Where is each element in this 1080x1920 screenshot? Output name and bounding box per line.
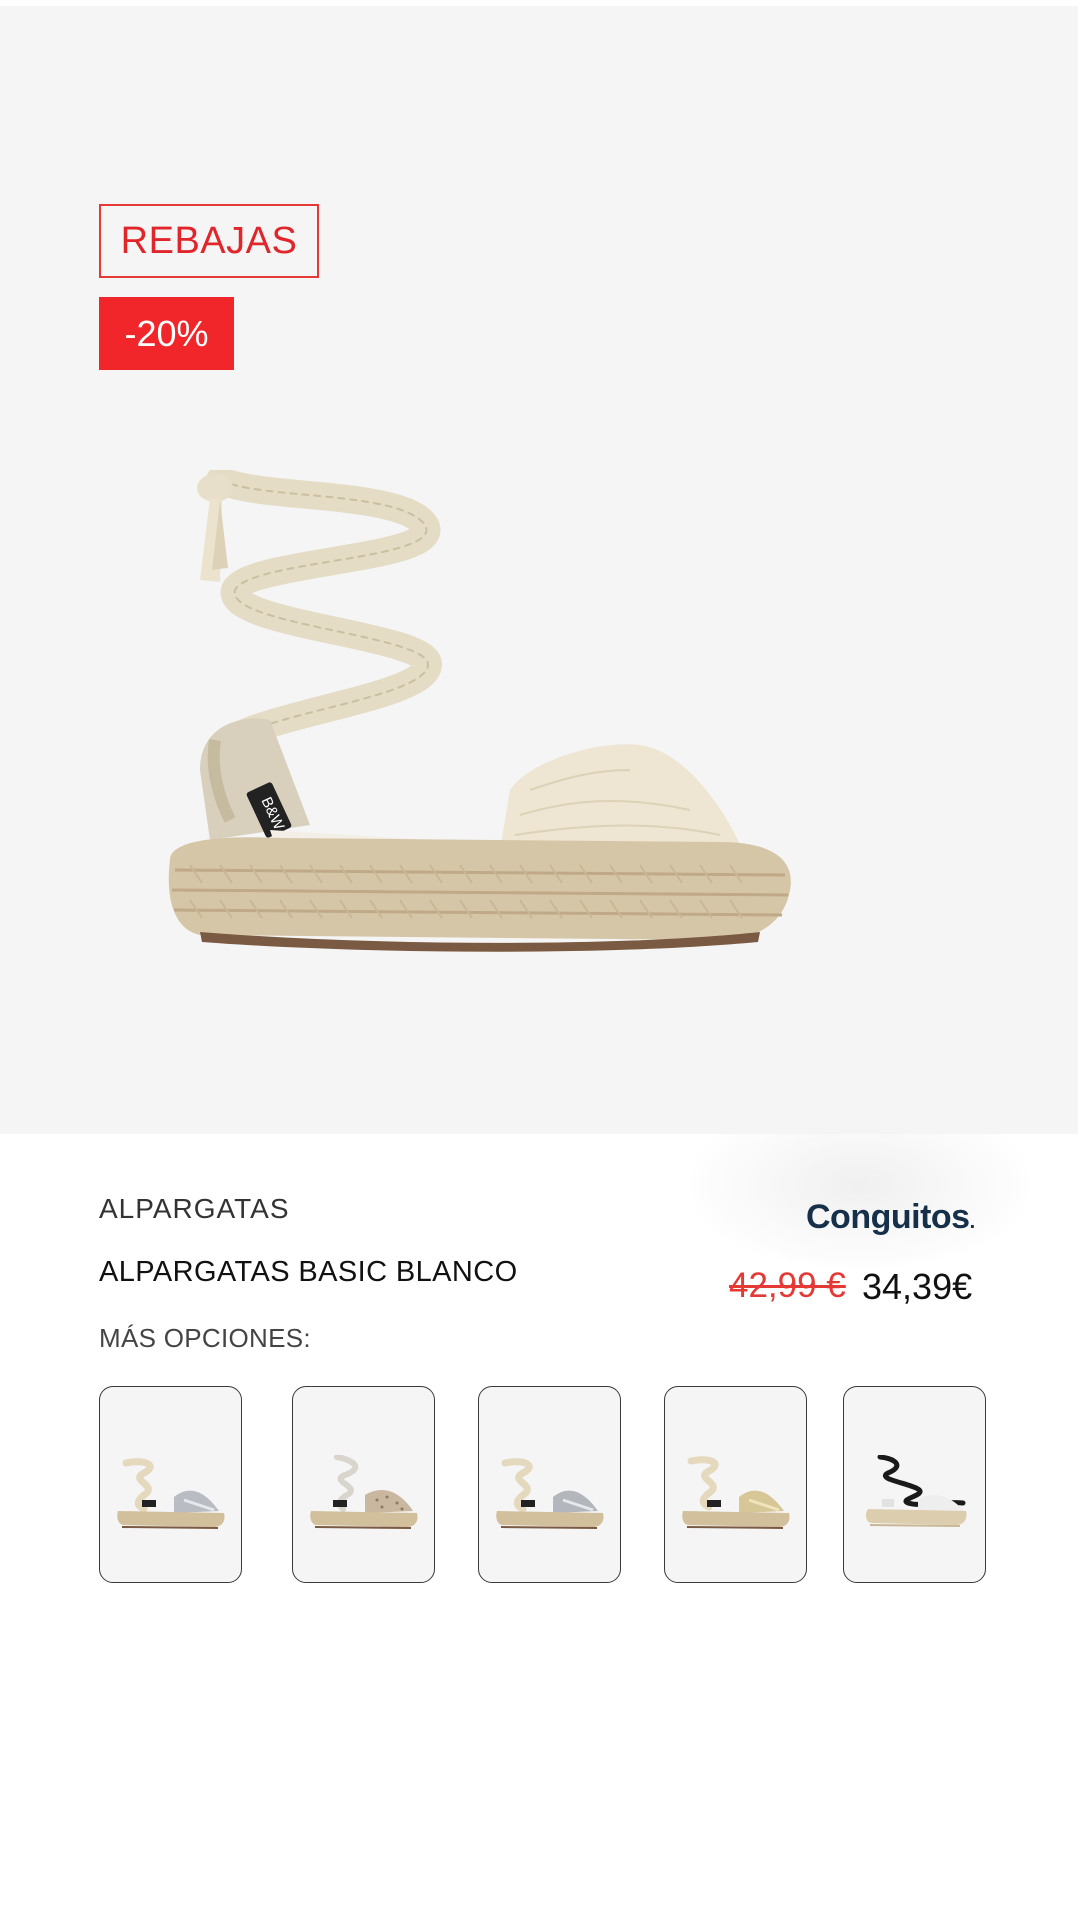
espadrille-silver-thumbnail-icon	[117, 1458, 225, 1529]
espadrille-silver-thumbnail-icon	[496, 1458, 604, 1529]
top-divider	[0, 0, 1080, 6]
more-options-label: MÁS OPCIONES:	[99, 1323, 311, 1353]
brand-logo[interactable]: Conguitos.	[806, 1198, 975, 1237]
product-image[interactable]: B&W	[160, 470, 900, 1030]
more-options-list	[99, 1386, 999, 1584]
sale-badge-label: REBAJAS	[120, 219, 298, 262]
option-card-5[interactable]	[843, 1386, 986, 1583]
original-price: 42,99 €	[729, 1266, 846, 1305]
product-category: ALPARGATAS	[99, 1193, 290, 1224]
discount-badge-label: -20%	[124, 312, 209, 354]
option-card-1[interactable]	[99, 1386, 242, 1583]
discount-badge: -20%	[99, 297, 234, 370]
option-card-4[interactable]	[664, 1386, 807, 1583]
espadrille-gold-thumbnail-icon	[682, 1456, 790, 1529]
product-hero: REBAJAS -20% B&W	[0, 0, 1078, 1134]
brand-logo-text: Conguitos	[806, 1198, 970, 1236]
sale-price: 34,39€	[862, 1266, 973, 1307]
product-name[interactable]: ALPARGATAS BASIC BLANCO	[99, 1256, 518, 1289]
option-card-2[interactable]	[292, 1386, 435, 1583]
espadrille-black-laces-thumbnail-icon	[865, 1455, 967, 1527]
sale-badge: REBAJAS	[99, 204, 319, 278]
brand-backdrop	[690, 1100, 1030, 1270]
brand-logo-dot: .	[969, 1211, 976, 1233]
espadrille-glitter-thumbnail-icon	[310, 1455, 418, 1529]
option-card-3[interactable]	[478, 1386, 621, 1583]
